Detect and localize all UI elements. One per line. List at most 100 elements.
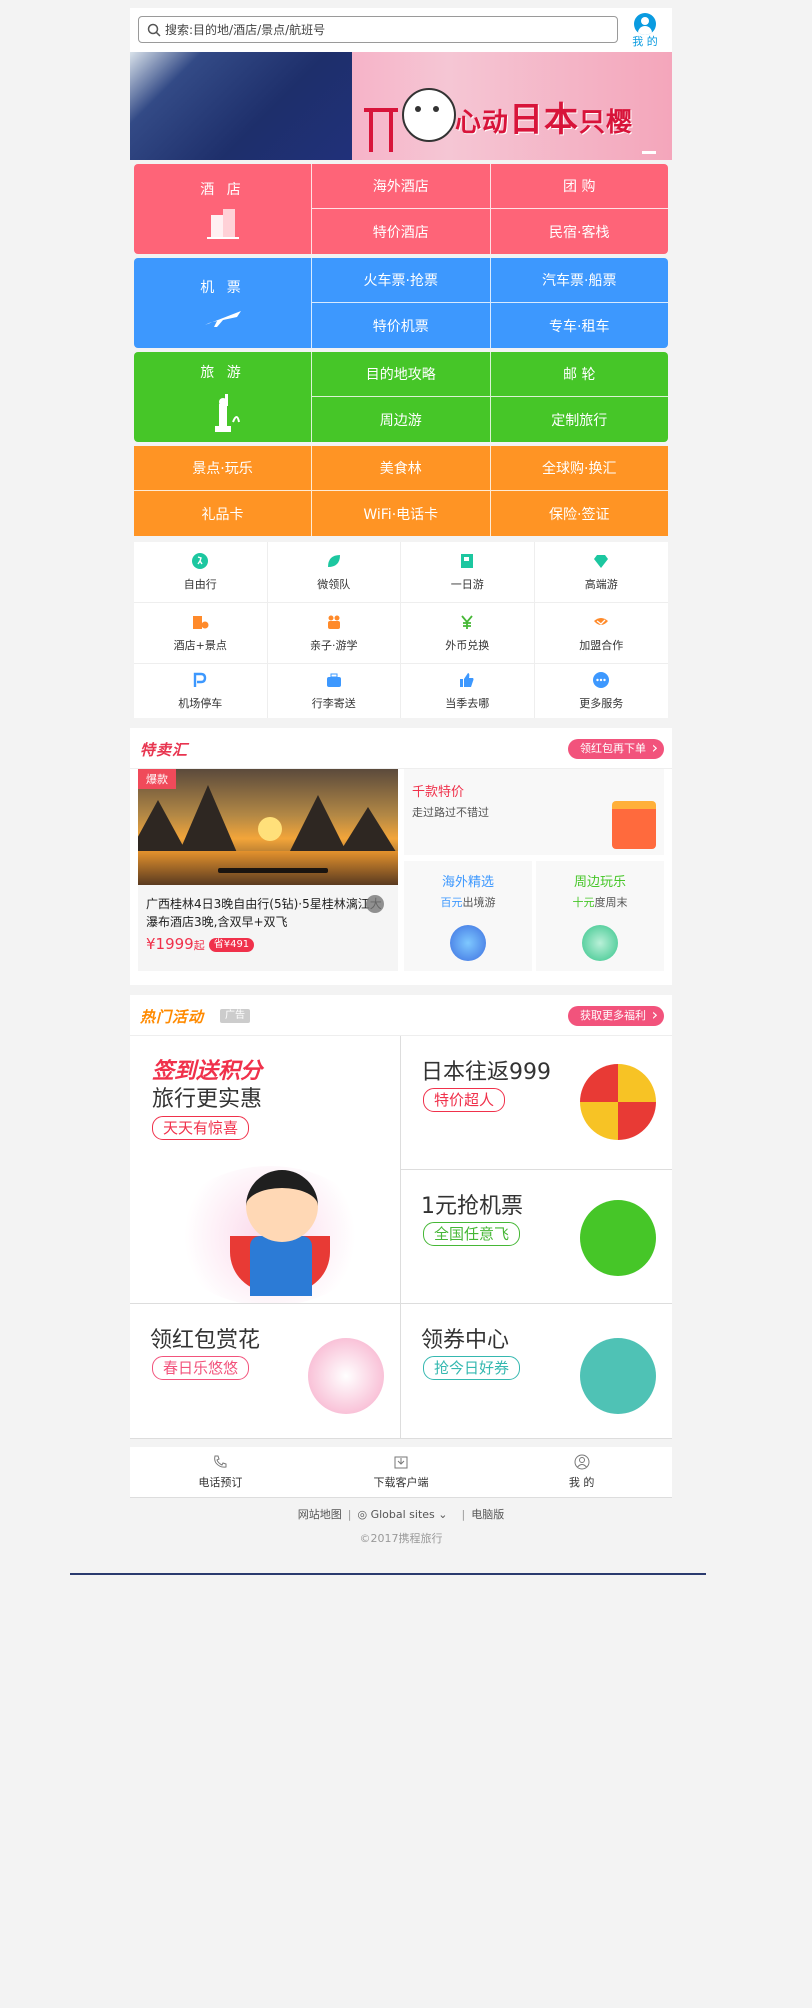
- group-buy-button[interactable]: 团 购: [489, 164, 668, 209]
- overseas-picks-card[interactable]: 海外精选 百元出境游: [404, 861, 532, 971]
- service-item-parking[interactable]: 机场停车: [134, 664, 268, 718]
- service-item-label: 外币兑换: [445, 639, 490, 652]
- signin-tag: 天天有惊喜: [152, 1116, 250, 1140]
- attractions-button[interactable]: 景点·玩乐: [134, 446, 311, 491]
- service-item-diamond[interactable]: 高端游: [534, 542, 668, 603]
- flight-button[interactable]: 机 票: [134, 258, 311, 348]
- featured-deal-card[interactable]: 爆款 广西桂林4日3晚自由行(5钻)·5星桂林漓江大瀑布酒店3晚,含双早+双飞 …: [138, 769, 398, 971]
- japan-roundtrip-card[interactable]: 日本往返999 特价超人: [401, 1036, 672, 1170]
- parking-icon: [191, 671, 209, 689]
- coupon-center-title: 领券中心: [421, 1328, 510, 1353]
- redpack-flower-card[interactable]: 领红包赏花 春日乐悠悠: [130, 1304, 401, 1439]
- homestay-button[interactable]: 民宿·客栈: [489, 209, 668, 254]
- nearby-fun-card[interactable]: 周边玩乐 十元度周末: [536, 861, 664, 971]
- family-icon: [325, 613, 343, 631]
- superhero-icon: [246, 1170, 318, 1242]
- redpack-flower-title: 领红包赏花: [150, 1328, 261, 1353]
- banner-left-image: [130, 52, 352, 160]
- my-account-button[interactable]: 我 的: [491, 1447, 672, 1497]
- activities-grid: 签到送积分 旅行更实惠 天天有惊喜 日本往返999 特价超人 1元抢机票 全国任…: [130, 1036, 672, 1439]
- overseas-picks-desc: 百元出境游: [440, 896, 496, 909]
- handshake-icon: [592, 613, 610, 631]
- redpack-flower-tag: 春日乐悠悠: [152, 1356, 250, 1380]
- global-shopping-button[interactable]: 全球购·换汇: [489, 446, 668, 491]
- service-item-hotel-scenic[interactable]: 酒店+景点: [134, 603, 268, 664]
- leaf-icon: [325, 552, 343, 570]
- sitemap-link[interactable]: 网站地图: [298, 1506, 342, 1522]
- download-icon: [394, 1456, 408, 1469]
- insurance-visa-button[interactable]: 保险·签证: [489, 491, 668, 536]
- gift-card-button[interactable]: 礼品卡: [134, 491, 311, 536]
- download-app-button[interactable]: 下载客户端: [311, 1447, 492, 1497]
- deal-bottom-row: 海外精选 百元出境游 周边玩乐 十元度周末: [404, 861, 664, 971]
- search-input[interactable]: 搜索:目的地/酒店/景点/航班号: [138, 16, 618, 43]
- discount-hotel-button[interactable]: 特价酒店: [311, 209, 490, 254]
- wifi-card-button[interactable]: WiFi·电话卡: [311, 491, 490, 536]
- signin-points-card[interactable]: 签到送积分 旅行更实惠 天天有惊喜: [130, 1036, 401, 1304]
- service-item-label: 机场停车: [178, 697, 223, 710]
- train-ticket-button[interactable]: 火车票·抢票: [311, 258, 490, 303]
- service-item-walker[interactable]: 自由行: [134, 542, 268, 603]
- carousel-dot[interactable]: [366, 895, 384, 913]
- thousand-deals-title: 千款特价: [412, 785, 465, 800]
- special-deals-header: 特卖汇 领红包再下单: [130, 728, 672, 769]
- service-item-label: 高端游: [584, 578, 618, 591]
- service-item-label: 酒店+景点: [173, 639, 227, 652]
- nearby-fun-title: 周边玩乐: [573, 875, 626, 890]
- get-redpack-button[interactable]: 领红包再下单: [568, 738, 664, 759]
- travel-button[interactable]: 旅 游: [134, 352, 311, 442]
- custom-travel-button[interactable]: 定制旅行: [489, 397, 668, 442]
- one-yuan-flight-card[interactable]: 1元抢机票 全国任意飞: [401, 1170, 672, 1304]
- copyright: ©2017携程旅行: [359, 1532, 443, 1545]
- phone-booking-button[interactable]: 电话预订: [130, 1447, 311, 1497]
- service-item-label: 更多服务: [579, 697, 624, 710]
- hotel-scenic-icon: [191, 613, 209, 631]
- deal-save-badge: 省¥491: [208, 938, 255, 952]
- hotel-button[interactable]: 酒 店: [134, 164, 311, 254]
- walker-icon: [191, 552, 209, 570]
- one-yuan-flight-title: 1元抢机票: [421, 1194, 523, 1219]
- travel-row: 旅 游 目的地攻略 邮 轮 周边游 定制旅行: [134, 352, 668, 442]
- currency-icon: [458, 613, 476, 631]
- service-item-leaf[interactable]: 微领队: [267, 542, 401, 603]
- service-item-handshake[interactable]: 加盟合作: [534, 603, 668, 664]
- nearby-trip-button[interactable]: 周边游: [311, 397, 490, 442]
- service-item-more[interactable]: 更多服务: [535, 664, 669, 718]
- header: 搜索:目的地/酒店/景点/航班号 我 的: [130, 8, 672, 52]
- gift-box-icon: [612, 801, 656, 849]
- service-item-thumb[interactable]: 当季去哪: [401, 664, 535, 718]
- more-benefits-button[interactable]: 获取更多福利: [568, 1005, 664, 1026]
- discount-flight-button[interactable]: 特价机票: [311, 303, 490, 348]
- header-user-button[interactable]: 我 的: [628, 13, 662, 49]
- service-item-label: 一日游: [450, 578, 484, 591]
- hot-tag: 爆款: [138, 769, 176, 789]
- airplane-icon: [204, 311, 241, 327]
- globe-plane-icon: [450, 925, 486, 961]
- banner-indicator[interactable]: [642, 151, 656, 154]
- hotel-sub-grid: 海外酒店 团 购 特价酒店 民宿·客栈: [311, 164, 668, 254]
- promo-banner[interactable]: 心动日本只樱: [130, 52, 672, 160]
- global-sites-link[interactable]: Global sites: [371, 1508, 435, 1521]
- service-item-family[interactable]: 亲子·游学: [267, 603, 401, 664]
- hot-activities-header: 热门活动 广告 获取更多福利: [130, 995, 672, 1036]
- cruise-button[interactable]: 邮 轮: [489, 352, 668, 397]
- service-item-luggage[interactable]: 行李寄送: [268, 664, 401, 718]
- deal-price-row: ¥1999起 省¥491: [146, 935, 390, 955]
- overseas-hotel-button[interactable]: 海外酒店: [311, 164, 490, 209]
- user-outline-icon: [574, 1454, 590, 1470]
- car-rental-button[interactable]: 专车·租车: [489, 303, 668, 348]
- food-button[interactable]: 美食林: [311, 446, 490, 491]
- service-item-flag[interactable]: 一日游: [401, 542, 535, 603]
- pc-version-link[interactable]: 电脑版: [471, 1506, 504, 1522]
- deal-price: ¥1999起: [146, 935, 205, 953]
- bus-ticket-button[interactable]: 汽车票·船票: [489, 258, 668, 303]
- travel-sub-grid: 目的地攻略 邮 轮 周边游 定制旅行: [311, 352, 668, 442]
- super-man-icon: [580, 1064, 656, 1140]
- coupon-center-card[interactable]: 领券中心 抢今日好券: [401, 1304, 672, 1439]
- destination-guide-button[interactable]: 目的地攻略: [311, 352, 490, 397]
- flight-ticket-icon: [580, 1200, 656, 1276]
- thousand-deals-card[interactable]: 千款特价 走过路过不错过: [404, 769, 664, 855]
- service-item-label: 加盟合作: [579, 639, 624, 652]
- service-item-currency[interactable]: 外币兑换: [401, 603, 535, 664]
- flight-sub-grid: 火车票·抢票 汽车票·船票 特价机票 专车·租车: [311, 258, 668, 348]
